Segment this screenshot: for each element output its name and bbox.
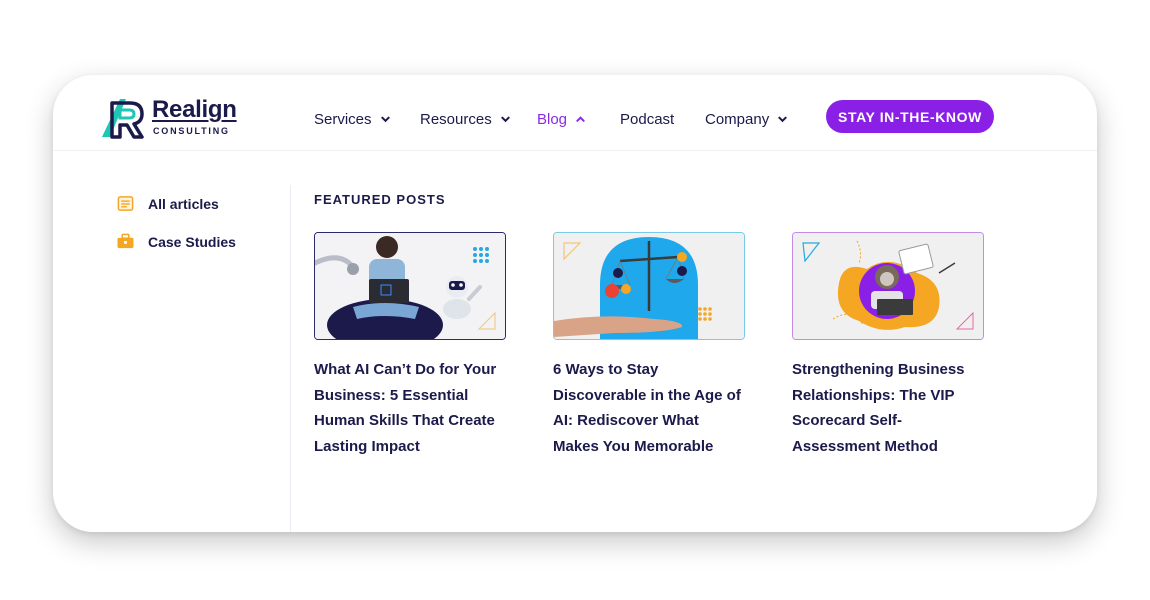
nav-resources-label: Resources: [420, 110, 492, 128]
stay-in-the-know-button[interactable]: STAY IN-THE-KNOW: [826, 100, 994, 133]
post-title[interactable]: Strengthening Business Relationships: Th…: [792, 357, 987, 459]
nav-services[interactable]: Services: [314, 109, 390, 129]
sidebar-item-label: All articles: [148, 195, 219, 212]
chevron-down-icon: [778, 116, 787, 122]
woman-at-laptop-image[interactable]: [792, 232, 984, 340]
post-title[interactable]: What AI Can’t Do for Your Business: 5 Es…: [314, 357, 509, 459]
logo-subtitle: CONSULTING: [153, 126, 230, 136]
chevron-down-icon: [380, 116, 390, 122]
nav-services-label: Services: [314, 110, 372, 128]
nav-company-label: Company: [705, 110, 770, 128]
featured-post-card[interactable]: Strengthening Business Relationships: Th…: [792, 232, 992, 459]
featured-posts-heading: FEATURED POSTS: [314, 192, 446, 207]
sidebar-item-all-articles[interactable]: All articles: [117, 195, 219, 212]
nav-blog-label: Blog: [537, 110, 568, 128]
nav-podcast[interactable]: Podcast: [620, 109, 674, 129]
sidebar-item-label: Case Studies: [148, 233, 236, 250]
document-list-icon: [117, 196, 134, 211]
chevron-up-icon: [576, 115, 585, 122]
nav-company[interactable]: Company: [705, 109, 787, 129]
sidebar-divider: [290, 185, 291, 532]
mega-menu-card: Realign CONSULTING Services Resources Bl…: [53, 75, 1097, 532]
realign-logo[interactable]: Realign CONSULTING: [100, 95, 240, 139]
site-header: Realign CONSULTING Services Resources Bl…: [53, 75, 1097, 151]
nav-podcast-label: Podcast: [620, 110, 675, 128]
nav-blog[interactable]: Blog: [537, 109, 585, 129]
logo-wordmark: Realign: [152, 96, 237, 123]
woman-with-laptop-image[interactable]: [314, 232, 506, 340]
sidebar-item-case-studies[interactable]: Case Studies: [117, 233, 236, 250]
featured-post-card[interactable]: 6 Ways to Stay Discoverable in the Age o…: [553, 232, 753, 459]
briefcase-icon: [117, 233, 134, 249]
logo-mark-icon: [102, 99, 144, 139]
nav-resources[interactable]: Resources: [420, 109, 510, 129]
chevron-down-icon: [501, 116, 510, 122]
balance-scale-image[interactable]: [553, 232, 745, 340]
post-title[interactable]: 6 Ways to Stay Discoverable in the Age o…: [553, 357, 748, 459]
featured-post-card[interactable]: What AI Can’t Do for Your Business: 5 Es…: [314, 232, 514, 459]
